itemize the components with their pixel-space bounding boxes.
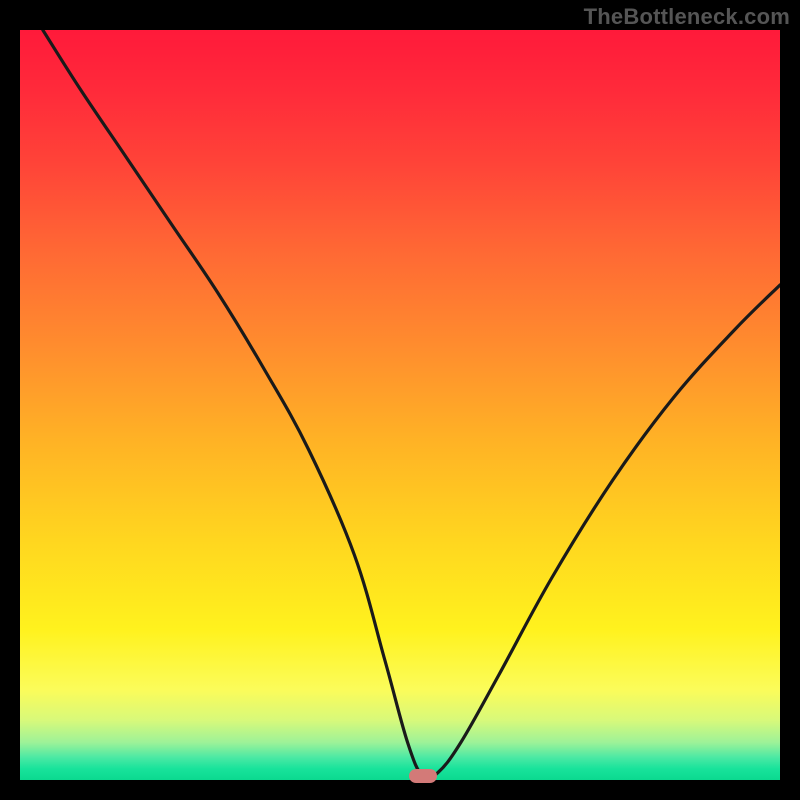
watermark-text: TheBottleneck.com	[584, 4, 790, 30]
minimum-marker	[409, 769, 437, 783]
chart-frame: TheBottleneck.com	[0, 0, 800, 800]
plot-area	[20, 30, 780, 780]
bottleneck-curve	[20, 30, 780, 780]
